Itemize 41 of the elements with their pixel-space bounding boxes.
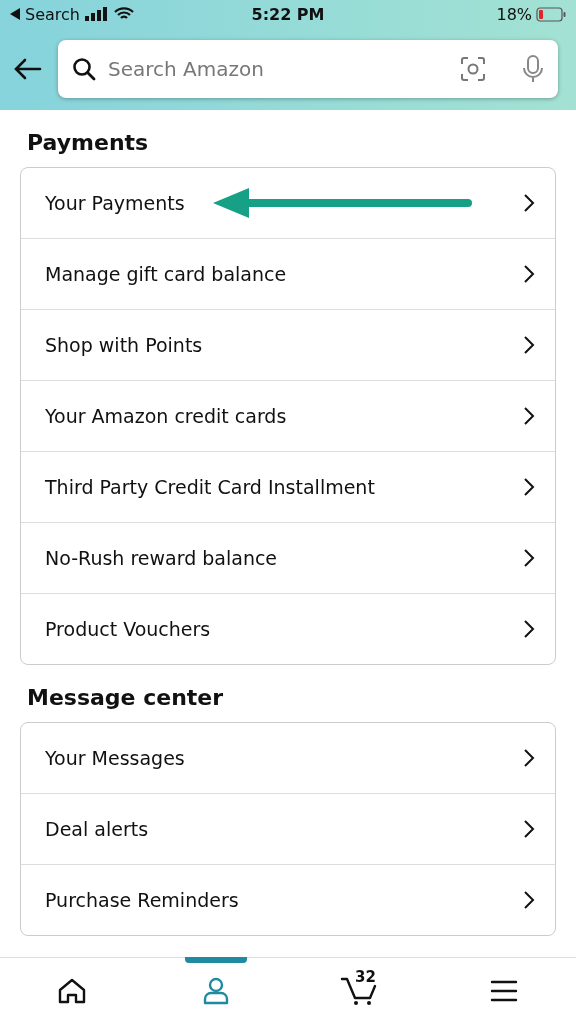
menu-row[interactable]: Your Payments	[21, 168, 555, 238]
status-time: 5:22 PM	[251, 4, 325, 24]
chevron-right-icon	[523, 819, 535, 839]
chevron-right-icon	[523, 748, 535, 768]
person-icon	[203, 977, 229, 1005]
menu-row[interactable]: Your Amazon credit cards	[21, 380, 555, 451]
chevron-right-icon	[523, 890, 535, 910]
chevron-right-icon	[523, 193, 535, 213]
section-heading: Payments	[27, 130, 150, 155]
menu-row[interactable]: Purchase Reminders	[21, 864, 555, 935]
chevron-right-icon	[523, 264, 535, 284]
cart-count: 32	[355, 968, 376, 986]
signal-icon	[84, 7, 109, 21]
search-field[interactable]: Search Amazon	[106, 56, 450, 82]
selected-indicator	[185, 957, 247, 963]
back-arrow-icon[interactable]	[14, 58, 42, 80]
section-heading: Message center	[27, 685, 225, 710]
menu-row[interactable]: Product Vouchers	[21, 593, 555, 664]
search-bar[interactable]: Search Amazon	[58, 40, 558, 98]
back-triangle-icon	[10, 8, 20, 20]
chevron-right-icon	[523, 477, 535, 497]
menu-row[interactable]: Shop with Points	[21, 309, 555, 380]
menu-icon	[490, 980, 518, 1002]
menu-row[interactable]: Third Party Credit Card Installment	[21, 451, 555, 522]
chevron-right-icon	[523, 335, 535, 355]
search-icon	[72, 57, 96, 81]
menu-row[interactable]: No-Rush reward balance	[21, 522, 555, 593]
wifi-icon	[113, 7, 134, 21]
home-icon	[58, 978, 86, 1004]
camera-scan-icon[interactable]	[460, 56, 486, 82]
chevron-right-icon	[523, 619, 535, 639]
menu-row[interactable]: Deal alerts	[21, 793, 555, 864]
microphone-icon[interactable]	[522, 55, 544, 83]
menu-row[interactable]: Manage gift card balance	[21, 238, 555, 309]
battery-icon	[536, 6, 566, 22]
menu-row[interactable]: Your Messages	[21, 723, 555, 793]
battery-percent: 18%	[496, 4, 532, 24]
chevron-right-icon	[523, 406, 535, 426]
back-to-app-link[interactable]: Search	[25, 4, 80, 24]
chevron-right-icon	[523, 548, 535, 568]
tab-bar-item[interactable]: 32	[288, 958, 432, 1024]
